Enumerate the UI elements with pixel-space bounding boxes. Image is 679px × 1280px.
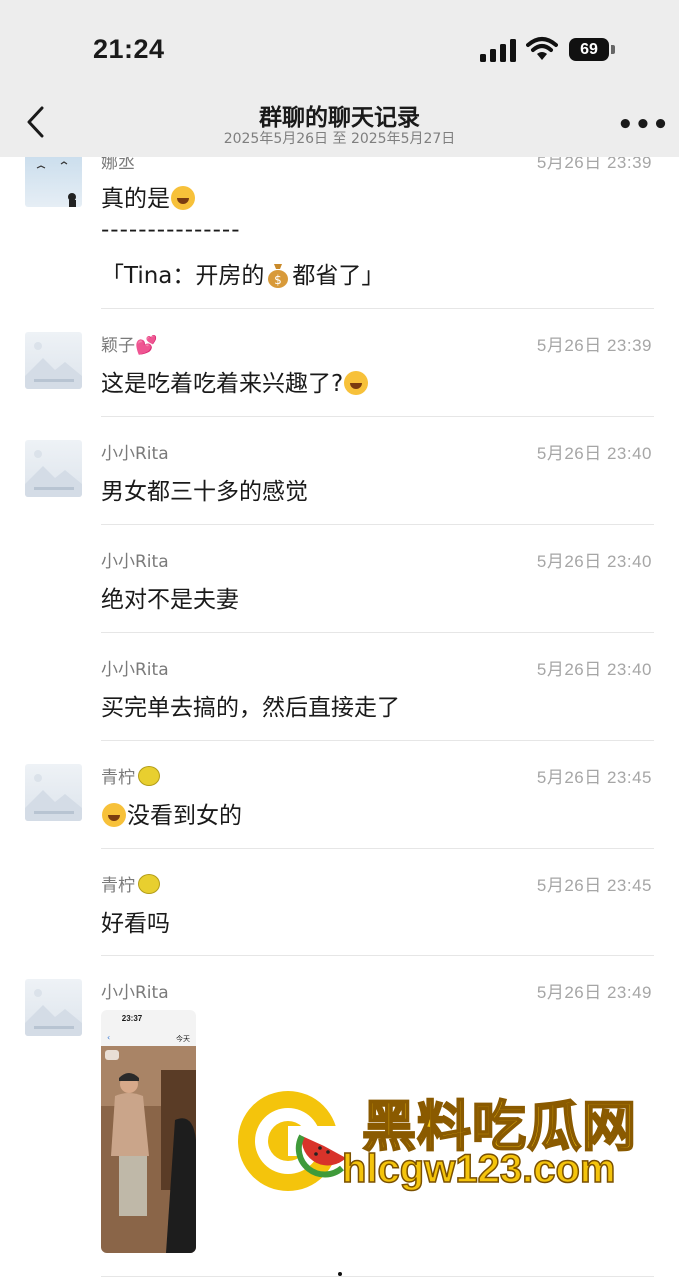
message-time: 5月26日 23:39 [536,336,652,355]
sender-name: 小小Rita [101,444,169,464]
sender-name-text: 颖子 [101,336,135,356]
avatar[interactable] [25,764,82,821]
laughing-tears-emoji-icon [171,186,195,210]
message-text-line: 这是吃着吃着来兴趣了? [101,371,344,397]
divider [101,1276,654,1277]
message-text: 男女都三十多的感觉 [101,479,308,505]
image-message-thumbnail[interactable]: 23:37 今天 ‹ [101,1010,196,1253]
money-bag-emoji-icon: $ [267,262,289,288]
date-range-subtitle: 2025年5月26日 至 2025年5月27日 [223,131,456,147]
message-text: 好看吗 [101,911,170,937]
sender-name-text: 青柠 [101,768,135,788]
divider [101,955,654,956]
battery-tip [611,45,615,54]
more-options-button[interactable]: ••• [617,110,670,140]
sender-name: 青柠 [101,871,160,896]
divider [101,524,654,525]
quote-divider: --------------- [101,217,241,243]
avatar[interactable] [25,150,82,207]
sender-name: 小小Rita [101,983,169,1003]
laughing-tears-emoji-icon [344,371,369,395]
two-hearts-emoji-icon: 💕 [135,335,158,356]
sender-name: 青柠 [101,763,160,788]
divider [101,632,654,633]
laughing-tears-emoji-icon [102,803,126,827]
message-text: 买完单去搞的，然后直接走了 [101,695,400,721]
page-title: 群聊的聊天记录 [259,105,420,131]
message-text-line: 真的是 [101,186,170,212]
message-text: 没看到女的 [101,796,242,830]
home-indicator [338,1272,342,1276]
quote-text-start: 「Tina：开房的 [101,263,265,289]
sender-name: 颖子💕 [101,331,157,356]
message-time: 5月26日 23:40 [536,444,652,463]
message-text-line: 没看到女的 [127,803,242,829]
wifi-icon [526,37,558,60]
avatar[interactable] [25,979,82,1036]
header-bar: 21:24 69 群聊的聊天记录 2025年5月26日 至 2025年5月27日… [0,0,679,157]
message-time: 5月26日 23:40 [536,552,652,571]
watermark-url: hlcgw123.com [341,1146,616,1192]
divider [101,740,654,741]
svg-text:‹: ‹ [107,1033,110,1042]
lemon-emoji-icon [138,766,160,786]
avatar[interactable] [25,440,82,497]
message-text: 绝对不是夫妻 [101,587,239,613]
sender-name-text: 青柠 [101,876,135,896]
battery-icon: 69 [569,38,609,61]
cellular-signal-icon [480,38,516,62]
message-text: 真的是 [101,179,196,213]
message-time: 5月26日 23:40 [536,660,652,679]
quoted-message: 「Tina：开房的 $ 都省了」 [101,256,384,290]
message-time: 5月26日 23:45 [536,876,652,895]
status-time: 21:24 [93,34,165,64]
quote-text-end: 都省了」 [292,263,385,289]
svg-text:$: $ [275,273,283,287]
divider [101,848,654,849]
message-time: 5月26日 23:45 [536,768,652,787]
message-text: 这是吃着吃着来兴趣了? [101,364,369,398]
lemon-emoji-icon [138,874,160,894]
divider [101,308,654,309]
sender-name: 小小Rita [101,552,169,572]
watermark-logo-icon [238,1091,346,1191]
divider [101,416,654,417]
message-time: 5月26日 23:49 [536,983,652,1002]
sender-name: 小小Rita [101,660,169,680]
avatar[interactable] [25,332,82,389]
